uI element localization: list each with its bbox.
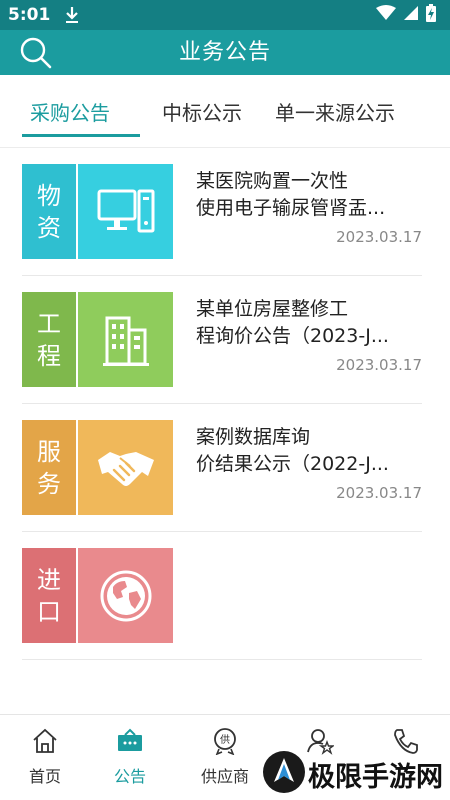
status-bar: 5:01: [0, 0, 450, 30]
list-item[interactable]: 进 口: [22, 532, 422, 660]
nav-supplier[interactable]: 供 供应商: [180, 715, 270, 800]
svg-text:供: 供: [220, 733, 230, 746]
list-item[interactable]: 工 程 某单位房屋整修工 程询价公告（2023-J... 2023.03.17: [22, 276, 422, 404]
status-icons: [376, 4, 436, 26]
category-label: 工 程: [22, 292, 76, 387]
tab-procurement[interactable]: 采购公告: [30, 97, 110, 126]
tab-award[interactable]: 中标公示: [162, 97, 242, 126]
item-title: 案例数据库询 价结果公示（2022-J...: [196, 426, 389, 475]
globe-icon: [78, 548, 173, 643]
page-title: 业务公告: [178, 40, 271, 65]
category-label: 物 资: [22, 164, 76, 259]
wifi-icon: [376, 5, 396, 25]
item-date: 2023.03.17: [336, 484, 422, 502]
screen: 5:01 业务公告 采购公告 中标公示 单一来源公示 物 资 某医院购置一次性 …: [0, 0, 450, 800]
home-icon: [31, 727, 59, 755]
computer-icon: [78, 164, 173, 259]
status-time: 5:01: [8, 5, 51, 25]
announcement-icon: [116, 727, 144, 755]
item-date: 2023.03.17: [336, 356, 422, 374]
category-tile: 工 程: [22, 292, 173, 387]
signal-icon: [403, 5, 419, 25]
building-icon: [78, 292, 173, 387]
category-label: 进 口: [22, 548, 76, 643]
battery-icon: [426, 4, 436, 26]
nav-announcement[interactable]: 公告: [85, 715, 175, 800]
category-tile: 物 资: [22, 164, 173, 259]
tab-single-source[interactable]: 单一来源公示: [275, 97, 395, 126]
item-title: 某医院购置一次性 使用电子输尿管肾盂...: [196, 170, 386, 219]
watermark-text: 极限手游网: [308, 762, 443, 793]
category-tile: 进 口: [22, 548, 173, 643]
tab-bar: 采购公告 中标公示 单一来源公示: [0, 75, 450, 148]
active-tab-indicator: [22, 134, 140, 137]
watermark: 极限手游网: [258, 748, 444, 796]
nav-home[interactable]: 首页: [0, 715, 90, 800]
handshake-icon: [78, 420, 173, 515]
list-item[interactable]: 物 资 某医院购置一次性 使用电子输尿管肾盂... 2023.03.17: [22, 148, 422, 276]
list-item[interactable]: 服 务 案例数据库询 价结果公示（2022-J... 2023.03.17: [22, 404, 422, 532]
item-title: 某单位房屋整修工 程询价公告（2023-J...: [196, 298, 389, 347]
item-date: 2023.03.17: [336, 228, 422, 246]
watermark-logo-icon: [262, 750, 306, 798]
category-tile: 服 务: [22, 420, 173, 515]
download-icon: [64, 6, 80, 24]
category-label: 服 务: [22, 420, 76, 515]
app-bar: 业务公告: [0, 30, 450, 75]
supplier-icon: 供: [211, 727, 239, 756]
